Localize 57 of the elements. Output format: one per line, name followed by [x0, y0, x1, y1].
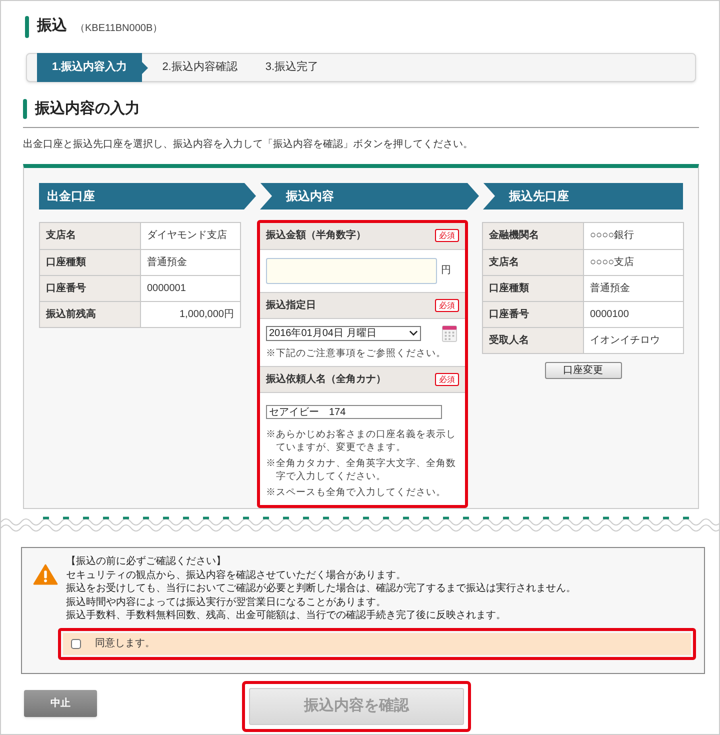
label-cell: 口座種類 [483, 276, 584, 300]
notice-text: 振込をお受けしても、当行においてご確認が必要と判断した場合は、確認が完了するまで振込は実行されません。 [66, 582, 577, 596]
required-badge: 必須 [435, 372, 459, 386]
agree-label: 同意します。 [95, 636, 155, 651]
amount-field[interactable] [266, 258, 437, 284]
section-title: 振込内容の入力 [35, 99, 140, 119]
notice-text: 振込時間や内容によっては振込実行が翌営業日になることがあります。 [66, 596, 387, 609]
note-text: ※あらかじめお客さまの口座名義を表示していますが、変更できます。 [266, 428, 457, 454]
screen-id: （KBE11BN000B） [75, 22, 163, 36]
warning-icon [33, 564, 58, 584]
field-label: 振込指定日 [266, 298, 316, 312]
chevron-down-icon [409, 330, 418, 336]
value-cell-text: 0000001 [146, 282, 187, 296]
label-cell: 金融機関名 [483, 222, 584, 248]
label-cell: 支店名 [483, 250, 584, 274]
label-cell: 受取人名 [483, 328, 584, 352]
step-item: 3.振込完了 [264, 60, 320, 76]
calendar-icon[interactable] [442, 324, 457, 342]
value-cell-text: イオンイチロウ [589, 334, 661, 348]
column-header: 振込先口座 [483, 182, 683, 210]
name-field[interactable]: セアイビー 174 [266, 405, 442, 419]
field-label: 振込金額（半角数字） [266, 228, 366, 243]
value-cell-text: ○○○○支店 [589, 256, 636, 270]
value-cell-text: 0000100 [589, 308, 630, 322]
date-dropdown[interactable]: 2016年01月04日 月曜日 [266, 326, 421, 340]
note-text: ※全角カタカナ、全角英字大文字、全角数字で入力してください。 [266, 456, 457, 482]
change-account-button[interactable]: 口座変更 [544, 362, 622, 378]
value-cell-text: ダイヤモンド支店 [146, 228, 228, 243]
step-arrow-icon [142, 62, 148, 74]
note-text: ※下記のご注意事項をご参照ください。 [266, 346, 447, 360]
value-cell-text: 普通預金 [589, 282, 631, 296]
notice-title: 【振込の前に必ずご確認ください】 [66, 554, 227, 568]
heading-accent [25, 16, 29, 38]
unit-label: 円 [441, 264, 451, 278]
value-cell-text: 1,000,000円 [178, 308, 235, 322]
cancel-button[interactable]: 中止 [24, 690, 97, 716]
step-item: 2.振込内容確認 [161, 60, 238, 76]
required-badge: 必須 [435, 229, 459, 242]
label-cell: 支店名 [40, 222, 141, 248]
agree-checkbox[interactable] [71, 638, 81, 648]
notice-text: 振込手数料、手数料無料回数、残高、出金可能額は、当行での確認手続き完了後に反映されます。 [66, 609, 507, 622]
required-badge: 必須 [435, 298, 459, 312]
field-label: 振込依頼人名（全角カナ） [266, 372, 386, 386]
column-header: 振込内容 [260, 182, 479, 210]
value-cell-text: ○○○○銀行 [589, 229, 636, 243]
description-text: 出金口座と振込先口座を選択し、振込内容を入力して「振込内容を確認」ボタンを押してください。 [23, 138, 474, 152]
note-text: ※スペースも全角で入力してください。 [266, 486, 447, 498]
notice-text: セキュリティの観点から、振込内容を確認させていただく場合があります。 [66, 568, 407, 582]
label-cell: 振込前残高 [40, 302, 141, 326]
heading-accent [23, 99, 27, 120]
value-cell-text: 普通預金 [146, 256, 188, 270]
agree-option[interactable]: 同意します。 [63, 632, 691, 654]
column-header: 出金口座 [39, 182, 256, 210]
label-cell: 口座番号 [483, 302, 584, 326]
page-title: 振込 [37, 16, 67, 36]
label-cell: 口座番号 [40, 276, 141, 300]
label-cell: 口座種類 [40, 250, 141, 274]
